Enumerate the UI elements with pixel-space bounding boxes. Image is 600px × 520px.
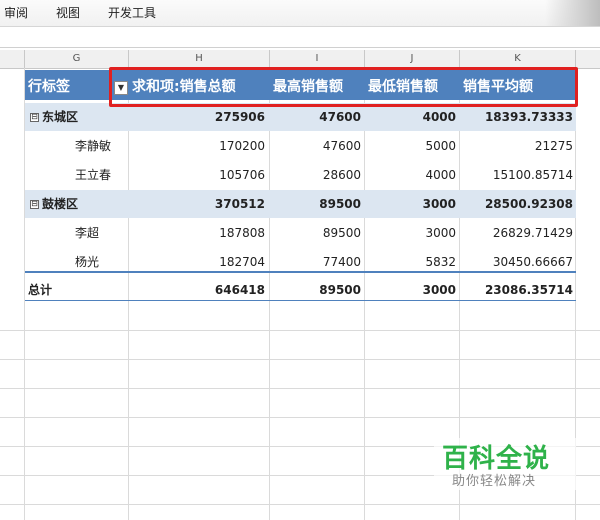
ribbon-menu-bar: 审阅 视图 开发工具 xyxy=(0,0,600,27)
watermark-logo: 百科全说 助你轻松解决 xyxy=(426,430,596,496)
menu-developer[interactable]: 开发工具 xyxy=(108,4,156,21)
total-top-border xyxy=(25,271,576,273)
detail-sum[interactable]: 170200 xyxy=(129,132,265,160)
column-header-l[interactable] xyxy=(576,50,600,69)
pivot-header-row-label[interactable]: 行标签 xyxy=(28,70,70,100)
detail-min[interactable]: 5000 xyxy=(365,132,456,160)
row-header-corner[interactable] xyxy=(0,50,25,69)
group-max[interactable]: 89500 xyxy=(270,190,361,218)
detail-max[interactable]: 28600 xyxy=(270,161,361,189)
highlight-box xyxy=(109,67,578,107)
group-max[interactable]: 47600 xyxy=(270,103,361,131)
gridline xyxy=(0,388,600,389)
group-name[interactable]: 东城区 xyxy=(42,103,78,131)
menu-review[interactable]: 审阅 xyxy=(4,4,28,21)
group-min[interactable]: 4000 xyxy=(365,103,456,131)
detail-sum[interactable]: 105706 xyxy=(129,161,265,189)
gridline xyxy=(24,68,25,520)
group-avg[interactable]: 28500.92308 xyxy=(460,190,573,218)
detail-max[interactable]: 89500 xyxy=(270,219,361,247)
detail-avg[interactable]: 26829.71429 xyxy=(460,219,573,247)
collapse-icon[interactable]: ⊟ xyxy=(30,200,39,209)
detail-name[interactable]: 王立春 xyxy=(75,161,111,189)
detail-min[interactable]: 3000 xyxy=(365,219,456,247)
gridline xyxy=(0,417,600,418)
menu-view[interactable]: 视图 xyxy=(56,4,80,21)
group-name[interactable]: 鼓楼区 xyxy=(42,190,78,218)
total-bottom-border xyxy=(25,300,576,301)
group-sum[interactable]: 370512 xyxy=(129,190,265,218)
gridline xyxy=(0,504,600,505)
group-min[interactable]: 3000 xyxy=(365,190,456,218)
detail-name[interactable]: 李超 xyxy=(75,219,99,247)
gridline xyxy=(0,359,600,360)
formula-bar[interactable] xyxy=(0,27,600,48)
group-avg[interactable]: 18393.73333 xyxy=(460,103,573,131)
gridline xyxy=(0,330,600,331)
window-shadow xyxy=(545,0,600,26)
detail-avg[interactable]: 15100.85714 xyxy=(460,161,573,189)
group-sum[interactable]: 275906 xyxy=(129,103,265,131)
detail-min[interactable]: 4000 xyxy=(365,161,456,189)
detail-name[interactable]: 李静敏 xyxy=(75,132,111,160)
watermark-subtitle: 助你轻松解决 xyxy=(452,474,537,489)
collapse-icon[interactable]: ⊟ xyxy=(30,113,39,122)
detail-max[interactable]: 47600 xyxy=(270,132,361,160)
detail-sum[interactable]: 187808 xyxy=(129,219,265,247)
detail-avg[interactable]: 21275 xyxy=(460,132,573,160)
